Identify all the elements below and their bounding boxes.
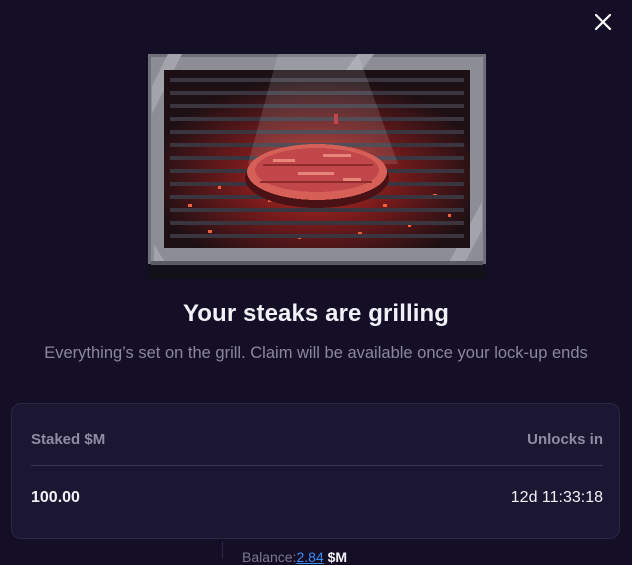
background-balance: Balance:2.84 $M — [242, 549, 347, 565]
stake-modal: Your steaks are grilling Everything’s se… — [0, 0, 632, 565]
balance-label: Balance: — [242, 549, 297, 565]
unlocks-countdown: 12d 11:33:18 — [510, 489, 603, 506]
background-divider — [222, 541, 223, 559]
balance-unit: $M — [327, 549, 348, 565]
staked-label: Staked $M — [31, 431, 106, 448]
modal-subtitle: Everything’s set on the grill. Claim wil… — [44, 344, 588, 362]
grilling-steak-illustration — [148, 54, 486, 279]
card-divider — [31, 465, 603, 466]
close-icon — [594, 13, 612, 31]
staked-value: 100.00 — [31, 489, 80, 506]
balance-amount-link[interactable]: 2.84 — [296, 549, 323, 565]
modal-title: Your steaks are grilling — [182, 300, 450, 327]
stake-info-card: Staked $M Unlocks in 100.00 12d 11:33:18 — [11, 403, 620, 539]
unlocks-label: Unlocks in — [527, 431, 603, 448]
close-button[interactable] — [590, 9, 616, 35]
